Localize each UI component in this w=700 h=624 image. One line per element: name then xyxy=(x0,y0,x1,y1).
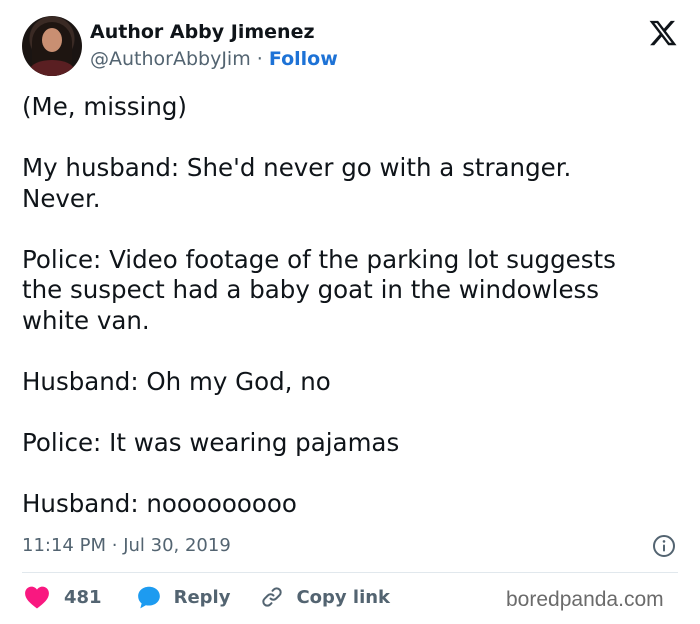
timestamp-separator: · xyxy=(111,535,118,556)
tweet-line: My husband: She'd never go with a strang… xyxy=(22,153,572,182)
author-handle-row: @AuthorAbbyJim · Follow xyxy=(90,46,338,72)
author-names: Author Abby Jimenez @AuthorAbbyJim · Fol… xyxy=(90,20,338,72)
tweet-header: Author Abby Jimenez @AuthorAbbyJim · Fol… xyxy=(22,16,338,76)
tweet-line: Never. xyxy=(22,183,101,213)
tweet-line-gap xyxy=(22,336,682,367)
tweet-line: Husband: Oh my God, no xyxy=(22,366,331,396)
avatar-face xyxy=(42,28,62,52)
like-button[interactable]: 481 xyxy=(24,585,102,609)
watermark: boredpanda.com xyxy=(506,588,664,611)
avatar[interactable] xyxy=(22,16,82,76)
tweet-time: 11:14 PM xyxy=(22,535,106,556)
info-icon[interactable] xyxy=(652,534,676,558)
tweet-line: Husband: nooooooooo xyxy=(22,488,297,518)
tweet-actions: 481 Reply Copy link xyxy=(24,582,390,612)
avatar-shirt xyxy=(30,60,74,76)
tweet-line-gap xyxy=(22,458,682,489)
tweet-line-gap xyxy=(22,123,682,154)
handle-separator: · xyxy=(256,48,263,70)
copy-link-label: Copy link xyxy=(296,586,391,608)
tweet-line: white van. xyxy=(22,305,150,335)
tweet-date: Jul 30, 2019 xyxy=(123,535,231,556)
tweet-timestamp[interactable]: 11:14 PM · Jul 30, 2019 xyxy=(22,533,231,559)
tweet-line-gap xyxy=(22,214,682,245)
reply-button[interactable]: Reply xyxy=(136,584,231,610)
x-logo-icon[interactable] xyxy=(648,18,678,48)
author-handle[interactable]: @AuthorAbbyJim xyxy=(90,48,251,70)
author-display-name[interactable]: Author Abby Jimenez xyxy=(90,20,338,44)
like-count: 481 xyxy=(64,586,102,608)
tweet-card: Author Abby Jimenez @AuthorAbbyJim · Fol… xyxy=(0,0,700,624)
tweet-line: (Me, missing) xyxy=(22,92,187,121)
tweet-line: Police: Video footage of the parking lot… xyxy=(22,244,616,274)
divider xyxy=(22,572,678,573)
reply-label: Reply xyxy=(173,586,231,608)
tweet-text: (Me, missing) My husband: She'd never go… xyxy=(22,92,682,519)
link-icon xyxy=(262,587,283,607)
heart-icon xyxy=(25,586,49,609)
tweet-line-gap xyxy=(22,397,682,428)
follow-button[interactable]: Follow xyxy=(269,48,338,70)
reply-bubble-icon xyxy=(137,586,160,609)
tweet-line: the suspect had a baby goat in the windo… xyxy=(22,275,600,304)
copy-link-button[interactable]: Copy link xyxy=(260,585,390,609)
tweet-line: Police: It was wearing pajamas xyxy=(22,427,400,457)
